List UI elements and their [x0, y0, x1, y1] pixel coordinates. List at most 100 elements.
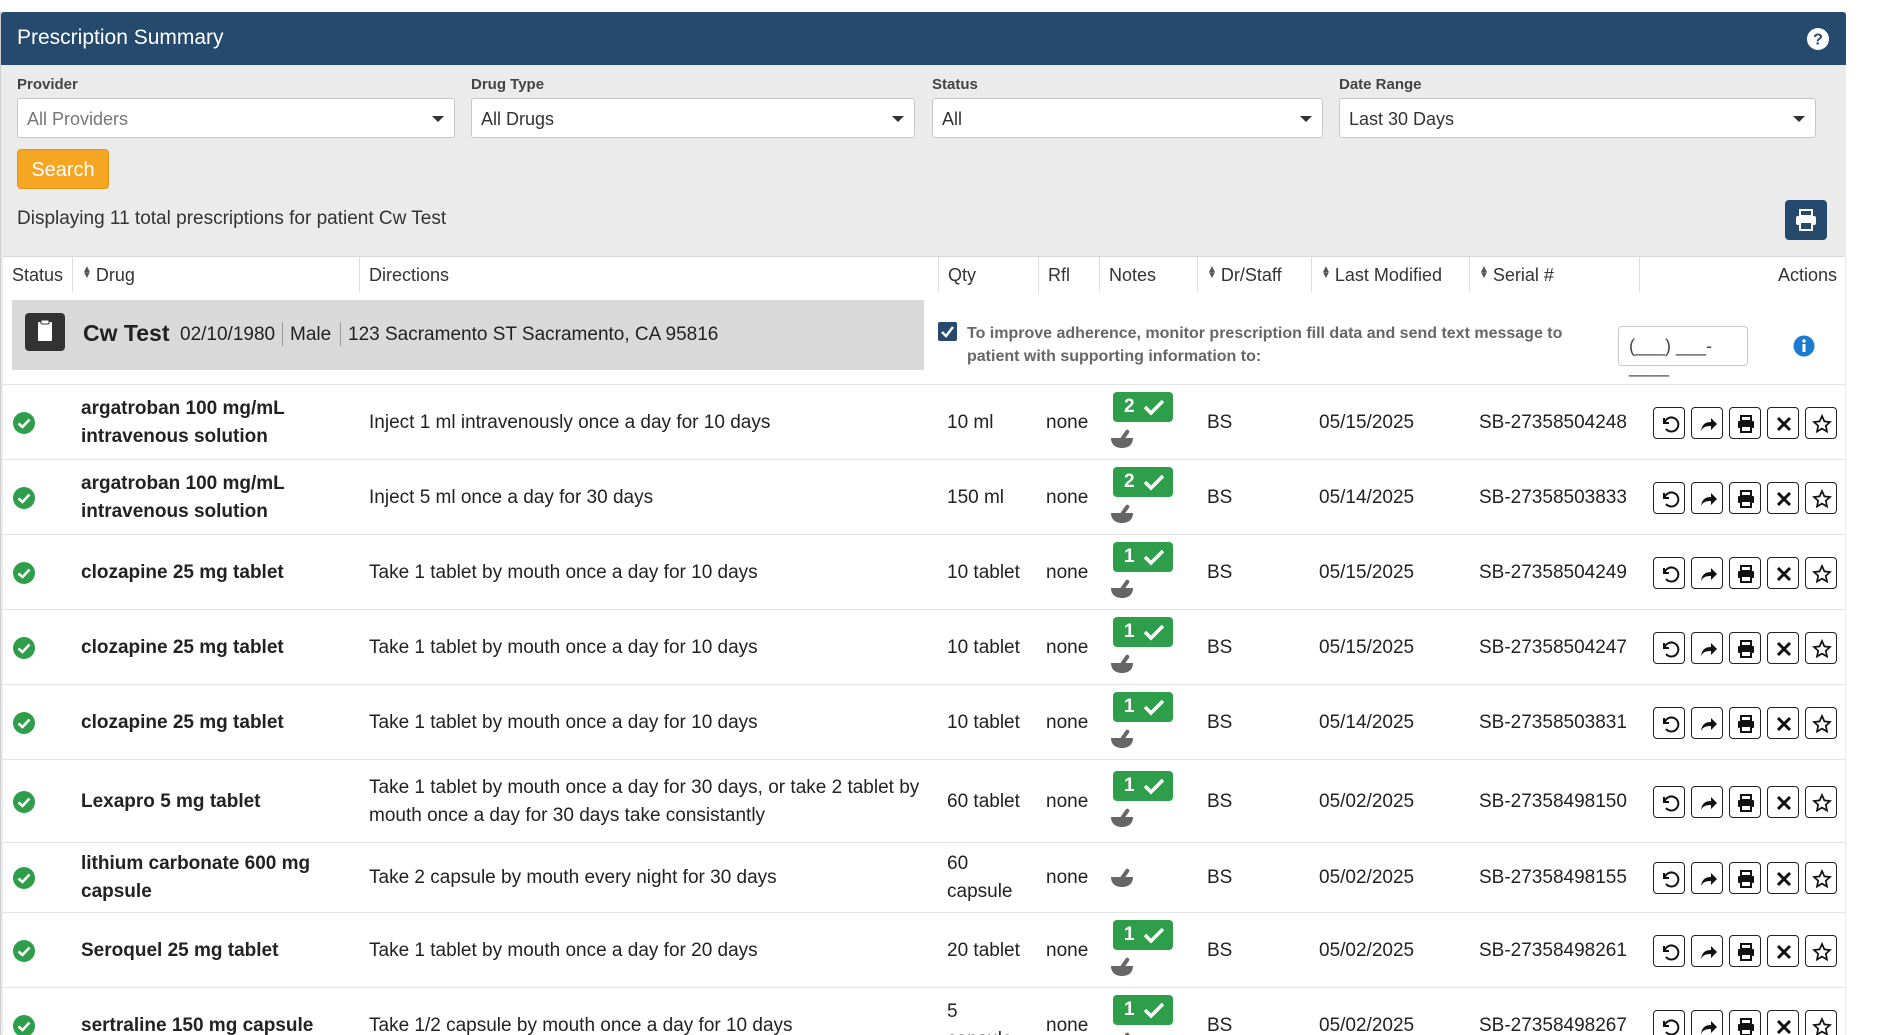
provider-select[interactable]: All Providers	[17, 98, 455, 138]
forward-icon	[1701, 717, 1717, 731]
notes-badge[interactable]: 1	[1113, 770, 1173, 801]
mortar-pestle-icon[interactable]	[1109, 1031, 1135, 1035]
forward-button[interactable]	[1691, 1009, 1723, 1035]
favorite-star-icon	[1812, 1016, 1832, 1035]
renew-button[interactable]	[1653, 785, 1685, 818]
mortar-pestle-icon[interactable]	[1109, 653, 1135, 675]
renew-button[interactable]	[1653, 862, 1685, 894]
phone-input[interactable]: (___) ___-____	[1618, 326, 1748, 377]
cancel-button[interactable]	[1767, 631, 1799, 664]
favorite-star-button[interactable]	[1805, 934, 1837, 967]
forward-button[interactable]	[1691, 631, 1723, 664]
table-row: sertraline 150 mg capsule Take 1/2 capsul…	[3, 987, 1845, 1035]
favorite-star-button[interactable]	[1805, 785, 1837, 818]
print-button[interactable]	[1729, 406, 1761, 439]
drug-name[interactable]: lithium carbonate 600 mg capsule	[81, 850, 341, 906]
drug-name[interactable]: clozapine 25 mg tablet	[81, 634, 341, 662]
mortar-pestle-icon[interactable]	[1109, 503, 1135, 525]
status-select[interactable]: All	[932, 98, 1323, 138]
print-button[interactable]	[1729, 481, 1761, 514]
forward-button[interactable]	[1691, 481, 1723, 514]
drug-name[interactable]: argatroban 100 mg/mL intravenous solutio…	[81, 470, 341, 526]
notes-badge[interactable]: 1	[1113, 616, 1173, 647]
cancel-button[interactable]	[1767, 1009, 1799, 1035]
info-icon[interactable]	[1793, 335, 1815, 357]
print-button[interactable]	[1729, 1009, 1761, 1035]
clipboard-icon[interactable]	[25, 313, 65, 351]
renew-button[interactable]	[1653, 556, 1685, 589]
cancel-button[interactable]	[1767, 862, 1799, 894]
column-staff[interactable]: ▲ ▼ Dr/Staff	[1198, 257, 1312, 293]
column-rfl: Rfl	[1039, 257, 1100, 293]
column-last-modified[interactable]: ▲ ▼ Last Modified	[1312, 257, 1470, 293]
favorite-star-button[interactable]	[1805, 556, 1837, 589]
mortar-pestle-icon[interactable]	[1109, 428, 1135, 450]
forward-button[interactable]	[1691, 934, 1723, 967]
print-button[interactable]	[1729, 785, 1761, 818]
search-button[interactable]: Search	[17, 149, 109, 189]
renew-button[interactable]	[1653, 706, 1685, 739]
forward-button[interactable]	[1691, 706, 1723, 739]
notes-badge[interactable]: 2	[1113, 391, 1173, 422]
forward-button[interactable]	[1691, 785, 1723, 818]
cancel-button[interactable]	[1767, 406, 1799, 439]
print-button[interactable]	[1729, 556, 1761, 589]
renew-button[interactable]	[1653, 481, 1685, 514]
print-button[interactable]	[1729, 862, 1761, 894]
date-range-label: Date Range	[1339, 76, 1422, 93]
drug-type-select[interactable]: All Drugs	[471, 98, 915, 138]
print-all-button[interactable]	[1785, 200, 1827, 240]
chevron-down-icon	[1300, 116, 1312, 122]
favorite-star-button[interactable]	[1805, 481, 1837, 514]
notes-badge[interactable]: 1	[1113, 919, 1173, 950]
favorite-star-button[interactable]	[1805, 631, 1837, 664]
column-modified-label: Last Modified	[1334, 265, 1442, 285]
drug-name[interactable]: Seroquel 25 mg tablet	[81, 937, 341, 965]
mortar-pestle-icon[interactable]	[1109, 728, 1135, 750]
notes-badge[interactable]: 1	[1113, 541, 1173, 572]
forward-button[interactable]	[1691, 556, 1723, 589]
sort-icon: ▲ ▼	[1321, 264, 1331, 281]
favorite-star-button[interactable]	[1805, 862, 1837, 894]
date-range-select[interactable]: Last 30 Days	[1339, 98, 1816, 138]
mortar-pestle-icon[interactable]	[1109, 867, 1135, 889]
favorite-star-button[interactable]	[1805, 706, 1837, 739]
mortar-pestle-icon[interactable]	[1109, 578, 1135, 600]
renew-button[interactable]	[1653, 406, 1685, 439]
cancel-icon	[1776, 795, 1792, 810]
forward-button[interactable]	[1691, 862, 1723, 894]
status-check-icon	[13, 790, 35, 813]
renew-button[interactable]	[1653, 934, 1685, 967]
cancel-button[interactable]	[1767, 481, 1799, 514]
forward-icon	[1701, 945, 1717, 959]
renew-button[interactable]	[1653, 1009, 1685, 1035]
notes-badge[interactable]: 1	[1113, 994, 1173, 1025]
cancel-button[interactable]	[1767, 934, 1799, 967]
favorite-star-button[interactable]	[1805, 406, 1837, 439]
favorite-star-button[interactable]	[1805, 1009, 1837, 1035]
print-button[interactable]	[1729, 631, 1761, 664]
print-button[interactable]	[1729, 934, 1761, 967]
drug-name[interactable]: clozapine 25 mg tablet	[81, 559, 341, 587]
mortar-pestle-icon[interactable]	[1109, 956, 1135, 978]
drug-name[interactable]: clozapine 25 mg tablet	[81, 709, 341, 737]
date-range-select-value: Last 30 Days	[1349, 109, 1455, 129]
mortar-pestle-icon[interactable]	[1109, 807, 1135, 829]
drug-name[interactable]: Lexapro 5 mg tablet	[81, 788, 341, 816]
question-circle-icon[interactable]: ?	[1806, 27, 1830, 51]
cancel-button[interactable]	[1767, 706, 1799, 739]
notes-badge[interactable]: 2	[1113, 466, 1173, 497]
column-serial[interactable]: ▲ ▼ Serial #	[1470, 257, 1640, 293]
print-button[interactable]	[1729, 706, 1761, 739]
cancel-button[interactable]	[1767, 785, 1799, 818]
renew-button[interactable]	[1653, 631, 1685, 664]
drug-name[interactable]: argatroban 100 mg/mL intravenous solutio…	[81, 395, 341, 451]
forward-button[interactable]	[1691, 406, 1723, 439]
notes-badge[interactable]: 1	[1113, 691, 1173, 722]
column-drug[interactable]: ▲ ▼ Drug	[73, 257, 360, 293]
adherence-checkbox[interactable]	[938, 322, 957, 341]
directions: Take 1/2 capsule by mouth once a day for…	[369, 1014, 793, 1035]
cancel-button[interactable]	[1767, 556, 1799, 589]
patient-address: 123 Sacramento ST Sacramento, CA 95816	[348, 324, 719, 345]
drug-name[interactable]: sertraline 150 mg capsule	[81, 1012, 341, 1035]
